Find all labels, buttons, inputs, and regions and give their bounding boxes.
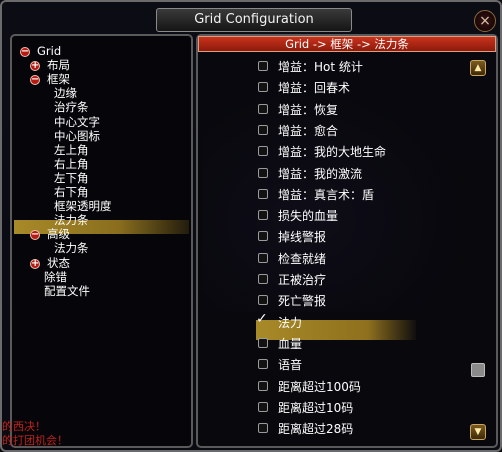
option-label: 距离超过10码 [278, 400, 354, 415]
collapse-icon[interactable]: − [30, 75, 40, 86]
option-row[interactable]: 增益：我的大地生命 [258, 143, 468, 161]
option-checkbox[interactable] [258, 167, 268, 178]
option-checkbox[interactable] [258, 188, 268, 199]
tree-item[interactable]: 右上角 [54, 157, 89, 172]
option-checkbox[interactable] [258, 401, 268, 412]
option-row[interactable]: 距离超过100码 [258, 378, 468, 396]
option-row[interactable]: 增益：愈合 [258, 122, 468, 140]
tree-item[interactable]: 状态 [47, 256, 70, 271]
option-row[interactable]: 正被治疗 [258, 271, 468, 289]
chat-line: 的打团机会！ [2, 434, 68, 447]
tree-item[interactable]: 边缘 [54, 86, 77, 101]
option-checkbox[interactable] [258, 82, 268, 93]
chat-line: 的西决！ [2, 420, 46, 433]
option-row[interactable]: 语音 [258, 356, 468, 374]
option-checkbox[interactable] [258, 210, 268, 221]
scroll-up-button[interactable]: ▲ [470, 60, 486, 76]
option-label: 增益：我的激流 [278, 166, 363, 181]
tree-item[interactable]: Grid [37, 44, 61, 59]
tree-item[interactable]: 高级 [47, 227, 70, 242]
grid-configuration-window: Grid Configuration × − Grid + 布局 − 框架 边缘 治疗条 中心文… [0, 0, 502, 452]
option-label: 增益：真言术：盾 [278, 187, 375, 202]
tree-item[interactable]: 左上角 [54, 143, 89, 158]
breadcrumb: Grid -> 框架 -> 法力条 [198, 36, 496, 52]
tree-item[interactable]: 除错 [44, 270, 67, 285]
close-button[interactable]: × [474, 10, 496, 32]
option-label: 法力 [278, 315, 303, 330]
tree-selection-highlight [14, 220, 189, 234]
expand-icon[interactable]: + [30, 61, 40, 72]
option-label: 血量 [278, 336, 303, 351]
tree-item[interactable]: 框架透明度 [54, 199, 112, 214]
option-label: 增益：恢复 [278, 102, 339, 117]
option-row[interactable]: 距离超过10码 [258, 399, 468, 417]
option-row[interactable]: 检查就绪 [258, 250, 468, 268]
option-checkbox[interactable] [258, 252, 268, 263]
option-row[interactable]: 增益：Hot 统计 [258, 58, 468, 76]
tree-item[interactable]: 治疗条 [54, 100, 89, 115]
option-row[interactable]: 损失的血量 [258, 207, 468, 225]
tree-item[interactable]: 框架 [47, 72, 70, 87]
collapse-icon[interactable]: − [20, 47, 30, 57]
option-checkbox[interactable] [258, 359, 268, 370]
scroll-down-icon: ▼ [474, 427, 482, 437]
option-row[interactable]: 死亡警报 [258, 292, 468, 310]
option-checkbox[interactable] [258, 146, 268, 157]
tree-item[interactable]: 法力条 [54, 241, 89, 256]
option-row[interactable]: 增益：我的激流 [258, 165, 468, 183]
option-checkbox[interactable] [258, 295, 268, 306]
option-checkbox[interactable] [258, 423, 268, 434]
option-row[interactable]: 增益：回春术 [258, 79, 468, 97]
option-label: 正被治疗 [278, 273, 327, 287]
option-checkbox[interactable]: ✓ [256, 312, 268, 327]
close-icon: × [479, 13, 491, 29]
option-label: 死亡警报 [278, 294, 327, 309]
tree-item[interactable]: 中心图标 [54, 129, 100, 144]
scroll-up-icon: ▲ [474, 63, 482, 73]
config-tree-panel [10, 34, 193, 448]
window-title[interactable]: Grid Configuration [156, 8, 352, 32]
option-checkbox[interactable] [258, 231, 268, 242]
option-label: 损失的血量 [278, 209, 339, 224]
option-row[interactable]: 增益：真言术：盾 [258, 186, 468, 204]
option-checkbox[interactable] [258, 274, 268, 284]
option-checkbox[interactable] [258, 380, 268, 391]
scroll-down-button[interactable]: ▼ [470, 424, 486, 440]
option-label: 语音 [278, 358, 303, 373]
option-checkbox[interactable] [258, 337, 268, 348]
option-checkbox[interactable] [258, 61, 268, 71]
collapse-icon[interactable]: − [30, 230, 40, 241]
option-label: 增益：Hot 统计 [278, 60, 363, 74]
tree-item[interactable]: 配置文件 [44, 284, 90, 299]
tree-item[interactable]: 右下角 [54, 185, 89, 200]
option-label: 增益：回春术 [278, 81, 351, 96]
option-row[interactable]: 距离超过28码 [258, 420, 468, 438]
color-swatch-button[interactable] [471, 363, 485, 377]
tree-item[interactable]: 法力条 [54, 213, 89, 228]
option-label: 增益：愈合 [278, 123, 339, 138]
checkmark-icon: ✓ [256, 310, 268, 327]
option-row[interactable]: 增益：恢复 [258, 101, 468, 119]
option-label: 增益：我的大地生命 [278, 145, 387, 160]
option-row[interactable]: 血量 [258, 335, 468, 353]
option-label: 距离超过100码 [278, 379, 361, 394]
expand-icon[interactable]: + [30, 258, 40, 269]
option-checkbox[interactable] [258, 124, 268, 135]
option-row[interactable]: ✓ 法力 [256, 312, 468, 332]
option-row[interactable]: 掉线警报 [258, 228, 468, 246]
option-label: 掉线警报 [278, 230, 327, 245]
option-label: 检查就绪 [278, 251, 327, 266]
tree-item[interactable]: 左下角 [54, 171, 89, 186]
tree-item[interactable]: 布局 [47, 58, 70, 73]
option-checkbox[interactable] [258, 103, 268, 114]
option-label: 距离超过28码 [278, 422, 354, 437]
tree-item[interactable]: 中心文字 [54, 115, 100, 130]
